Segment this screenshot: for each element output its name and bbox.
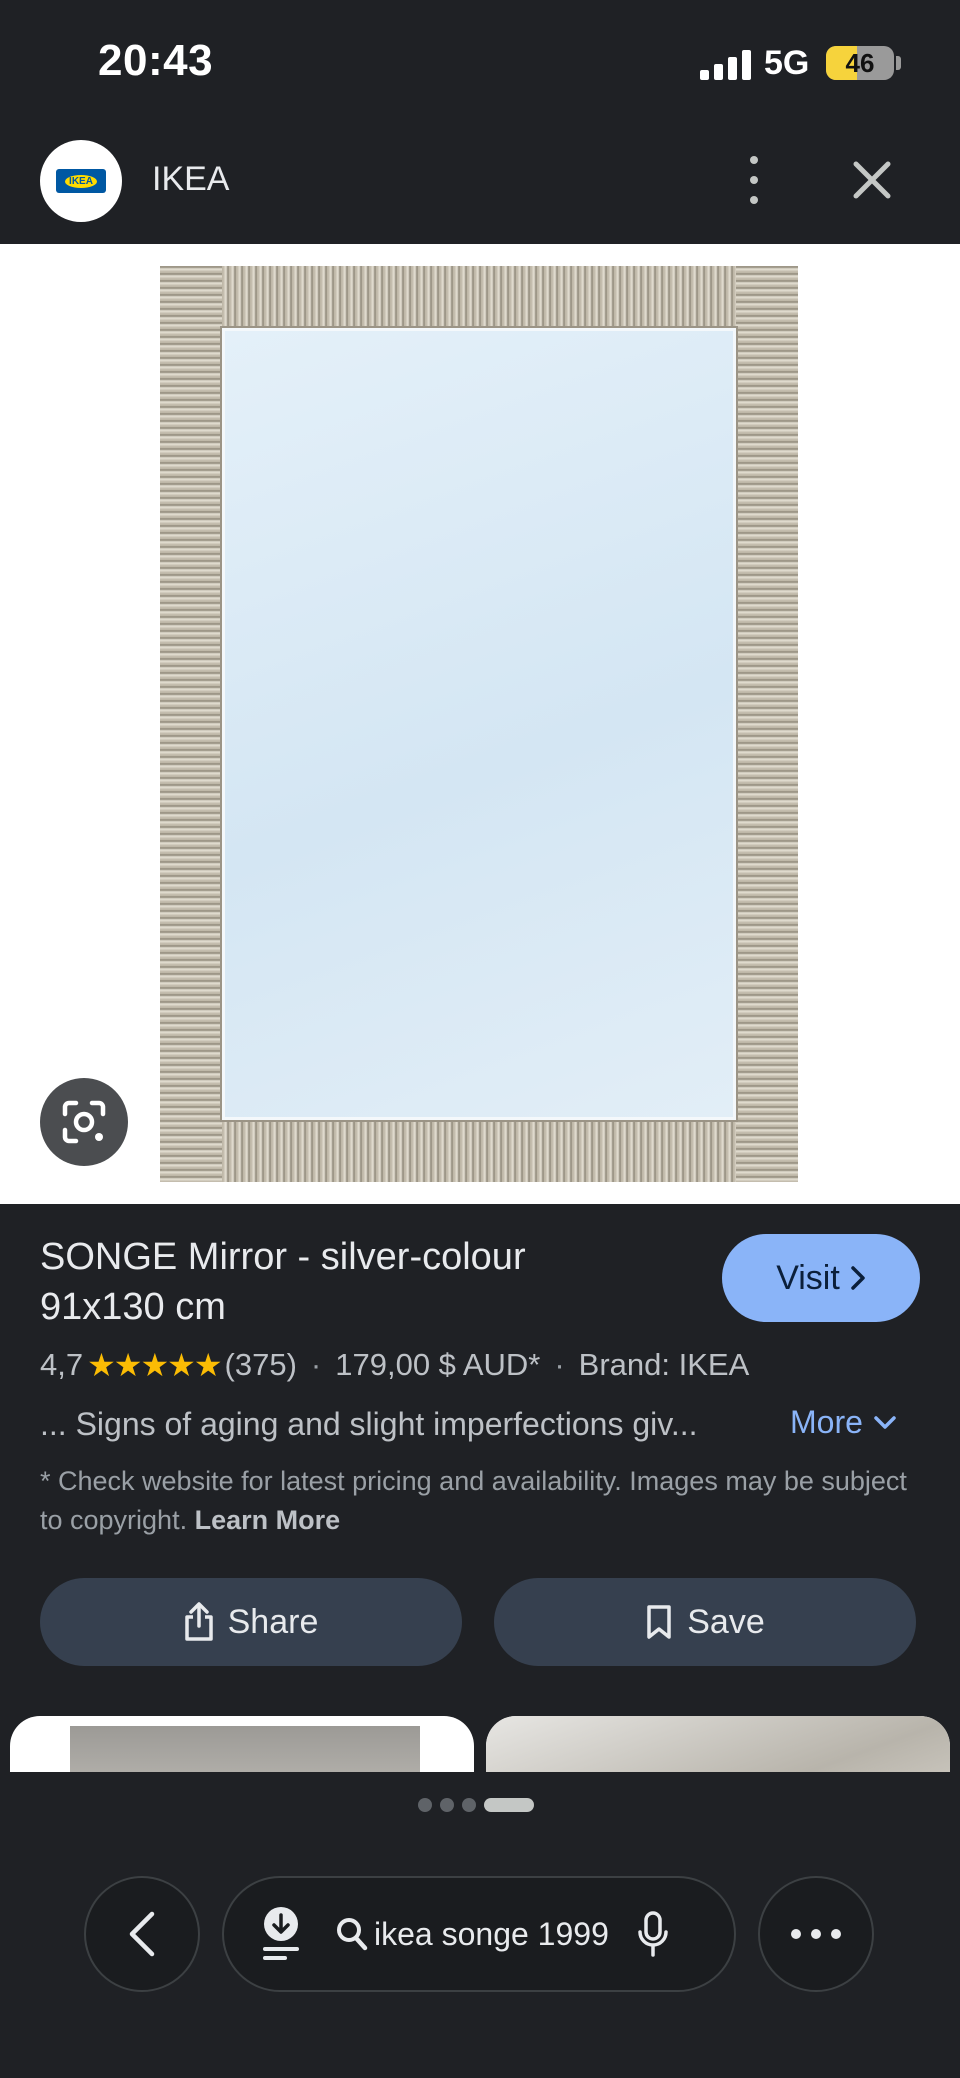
save-label: Save [687,1602,765,1641]
product-description: ... Signs of aging and slight imperfecti… [40,1406,698,1442]
separator: · [554,1347,565,1382]
separator: · [310,1347,322,1382]
search-icon [337,1918,368,1951]
search-bar[interactable]: ikea songe 1999 [222,1876,736,1992]
dot [811,1929,821,1939]
product-meta: 4,7 ★★★★★ (375) · 179,00 $ AUD* · Brand:… [40,1346,749,1384]
search-query[interactable]: ikea songe 1999 [374,1916,624,1953]
more-button[interactable]: More [790,1404,897,1441]
page-indicator [418,1798,534,1812]
network-type: 5G [764,44,810,82]
disclaimer-text: * Check website for latest pricing and a… [40,1466,907,1535]
battery-icon: 46 [826,46,894,80]
site-name[interactable]: IKEA [152,160,229,199]
microphone-icon[interactable] [638,1910,668,1958]
page-dot [440,1798,454,1812]
more-label: More [790,1404,863,1440]
chevron-left-icon [129,1911,155,1957]
star-rating-icon: ★★★★★ [87,1347,222,1383]
bookmark-icon [647,1605,671,1639]
product-title[interactable]: SONGE Mirror - silver-colour 91x130 cm [40,1232,660,1332]
ikea-logo-icon: IKEA [56,169,106,193]
overflow-menu-icon[interactable] [736,156,772,204]
site-logo[interactable]: IKEA [40,140,122,222]
price: 179,00 $ AUD* [335,1347,541,1382]
google-lens-icon[interactable] [40,1078,128,1166]
dot [831,1929,841,1939]
visit-button[interactable]: Visit [722,1234,920,1322]
battery-tip [896,56,901,70]
battery-level: 46 [845,47,875,78]
cellular-signal-icon [700,50,751,80]
dot [791,1929,801,1939]
mirror-frame [160,266,798,1182]
mirror-glass [222,328,736,1120]
download-icon[interactable] [260,1906,302,1962]
back-button[interactable] [84,1876,200,1992]
close-icon[interactable] [846,154,898,206]
rating-value: 4,7 [40,1347,84,1382]
page-dot [462,1798,476,1812]
brand: Brand: IKEA [578,1347,750,1382]
page-dot [418,1798,432,1812]
product-image[interactable] [0,244,960,1204]
learn-more-link[interactable]: Learn More [195,1505,341,1535]
share-label: Share [227,1602,319,1641]
share-button[interactable]: Share [40,1578,462,1666]
review-count: (375) [224,1347,297,1382]
chevron-right-icon [851,1266,865,1290]
visit-label: Visit [776,1258,840,1297]
disclaimer: * Check website for latest pricing and a… [40,1462,920,1540]
logo-text: IKEA [65,174,97,188]
chevron-down-icon [874,1415,896,1429]
save-button[interactable]: Save [494,1578,916,1666]
more-options-button[interactable] [758,1876,874,1992]
page-dot-active [484,1798,534,1812]
status-time: 20:43 [98,36,214,85]
share-icon [184,1602,213,1641]
